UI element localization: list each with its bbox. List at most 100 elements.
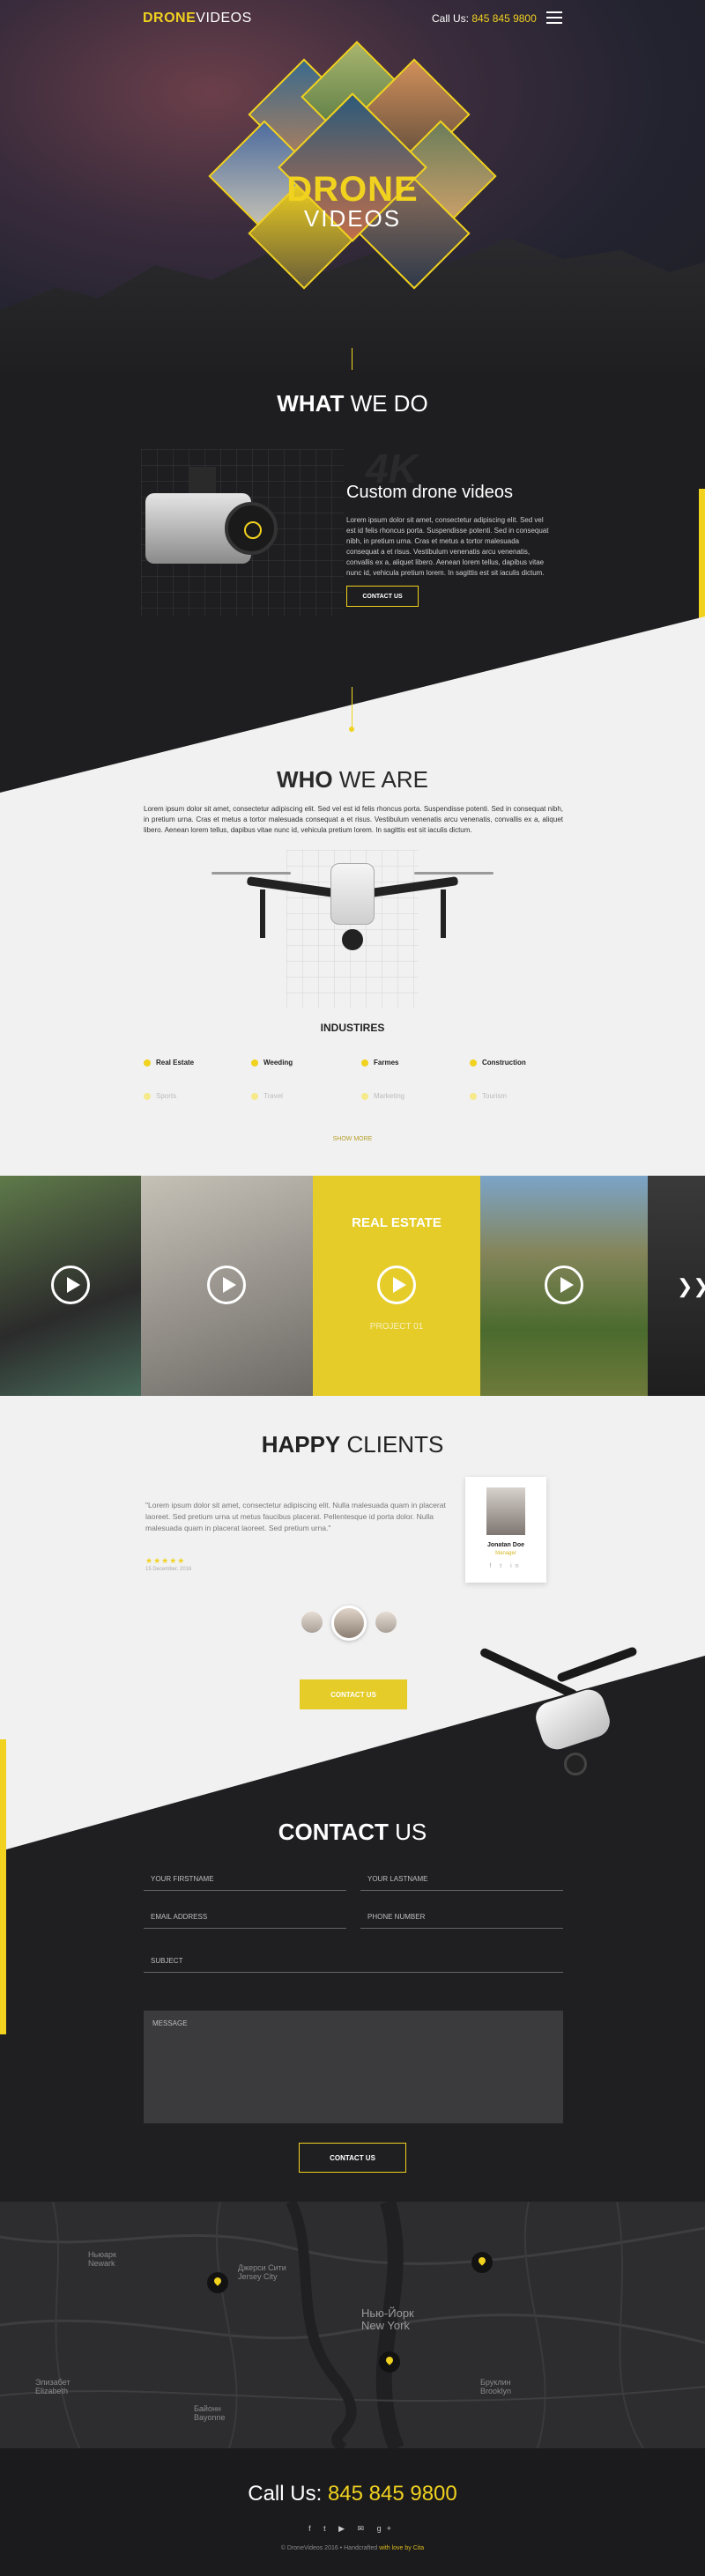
industry-marketing: Marketing [361,1092,404,1100]
what-description: Lorem ipsum dolor sit amet, consectetur … [346,516,549,577]
map-label-new-york: Нью-Йорк New York [361,2307,414,2332]
map-pin-icon[interactable] [471,2252,493,2273]
hero-title: DRONE VIDEOS [216,172,489,230]
hero-section: DRONE VIDEOS DRONEVIDEOS Call Us: 845 84… [0,0,705,370]
video-tile-real-estate[interactable]: REAL ESTATE PROJECT 01 [313,1176,480,1396]
message-input[interactable] [151,2018,556,2116]
footer: Call Us: 845 845 9800 f t ▶ ✉ g+ © Drone… [0,2448,705,2576]
firstname-field[interactable] [144,1871,346,1891]
video-tile-wedding[interactable] [141,1176,313,1396]
industry-wedding: Weeding [251,1059,293,1067]
avatar[interactable] [375,1612,397,1633]
logo-bold: DRONE [143,11,197,26]
industry-construction: Construction [470,1059,526,1067]
header-phone-number[interactable]: 845 845 9800 [471,12,536,25]
video-gallery: REAL ESTATE PROJECT 01 [0,1176,705,1396]
firstname-input[interactable] [149,1874,341,1884]
handcrafted-text: Handcrafted [344,2545,378,2551]
who-description: Lorem ipsum dolor sit amet, consectetur … [144,805,563,834]
what-title-bold: WHAT [277,390,345,417]
drone-image [467,1642,643,1792]
industries-title: INDUSTIRES [320,1022,385,1034]
drone-image [212,845,494,1004]
contact-title-bold: CONTACT [278,1819,389,1845]
industry-travel: Travel [251,1092,283,1100]
map-label-jersey-city: Джерси Сити Jersey City [238,2263,286,2281]
show-more-link[interactable]: SHOW MORE [0,1136,705,1142]
footer-phone-number[interactable]: 845 845 9800 [328,2482,457,2506]
clients-title-light: CLIENTS [346,1431,444,1458]
client-photo [486,1487,525,1535]
map-label-bayonne: Байонн Bayonne [194,2404,226,2422]
phone-field[interactable] [360,1909,563,1929]
copyright-text: © DroneVideos 2016 [280,2545,338,2551]
header-call-label: Call Us: [432,12,470,25]
hamburger-menu-icon[interactable] [546,11,562,24]
gimbal-camera-image [145,467,286,599]
client-social-icons[interactable]: f t in [465,1563,546,1569]
industry-farms: Farmes [361,1059,398,1067]
what-title: WHAT WE DO [0,390,705,417]
email-field[interactable] [144,1909,346,1929]
video-tile-farms[interactable] [480,1176,648,1396]
map[interactable]: Ньюарк Newark Джерси Сити Jersey City Нь… [0,2202,705,2448]
clients-title: HAPPY CLIENTS [0,1431,705,1458]
client-name: Jonatan Doe [486,1542,524,1548]
map-pin-icon[interactable] [207,2272,228,2293]
map-label-elizabeth: Элизабет Elizabeth [35,2378,70,2395]
top-bar: DRONEVIDEOS Call Us: 845 845 9800 [0,0,705,39]
footer-call-label: Call Us: [248,2482,323,2506]
avatar-active[interactable] [331,1605,367,1641]
clients-contact-button[interactable]: CONTACT US [300,1679,407,1709]
video-project-label: PROJECT 01 [369,1322,424,1332]
footer-call-us: Call Us: 845 845 9800 [0,2482,705,2506]
phone-input[interactable] [366,1912,558,1922]
site-logo[interactable]: DRONEVIDEOS [143,11,252,26]
video-tile-sports[interactable] [0,1176,141,1396]
avatar[interactable] [301,1612,323,1633]
contact-title-light: US [395,1819,427,1845]
video-category-label: REAL ESTATE [352,1215,442,1230]
industry-sports: Sports [144,1092,176,1100]
chevron-right-icon[interactable]: ❯❯ [677,1275,705,1298]
subject-input[interactable] [149,1956,558,1966]
hero-title-line1: DRONE [286,170,419,209]
contact-submit-button[interactable]: CONTACT US [299,2143,406,2173]
footer-social-icons[interactable]: f t ▶ ✉ g+ [0,2524,705,2534]
who-title: WHO WE ARE [0,766,705,793]
what-title-light: WE DO [350,390,428,417]
hero-title-line2: VIDEOS [303,205,402,232]
testimonial-date: 15 December, 2016 [145,1567,192,1572]
map-pin-icon[interactable] [379,2351,400,2373]
map-label-newark: Ньюарк Newark [88,2250,116,2268]
who-title-bold: WHO [277,766,333,793]
industry-real-estate: Real Estate [144,1059,194,1067]
play-icon[interactable] [545,1266,583,1304]
lastname-input[interactable] [366,1874,558,1884]
play-icon[interactable] [207,1266,246,1304]
industry-tourism: Tourism [470,1092,507,1100]
play-icon[interactable] [377,1266,416,1304]
message-field[interactable] [144,2011,563,2123]
what-contact-button[interactable]: CONTACT US [346,586,419,607]
play-icon[interactable] [51,1266,90,1304]
author-credit-link[interactable]: with love by Cita [379,2545,424,2551]
subject-field[interactable] [144,1953,563,1973]
who-title-light: WE ARE [338,766,428,793]
contact-title: CONTACT US [0,1819,705,1846]
header-call-us: Call Us: 845 845 9800 [432,12,537,25]
map-label-brooklyn: Бруклин Brooklyn [480,2378,512,2395]
clients-title-bold: HAPPY [261,1431,341,1458]
copyright-separator: • [339,2545,343,2551]
email-input[interactable] [149,1912,341,1922]
yellow-accent-bar [0,1739,6,2034]
map-roads [0,2202,705,2448]
testimonial-quote: "Lorem ipsum dolor sit amet, consectetur… [145,1501,446,1532]
lastname-field[interactable] [360,1871,563,1891]
rating-stars: ★★★★★ [145,1556,186,1565]
client-card: Jonatan Doe Manager f t in [465,1477,546,1583]
footer-copyright: © DroneVideos 2016 • Handcrafted with lo… [0,2545,705,2551]
what-subtitle: Custom drone videos [346,483,513,502]
client-role: Manager [495,1551,516,1556]
logo-light: VIDEOS [196,11,252,26]
